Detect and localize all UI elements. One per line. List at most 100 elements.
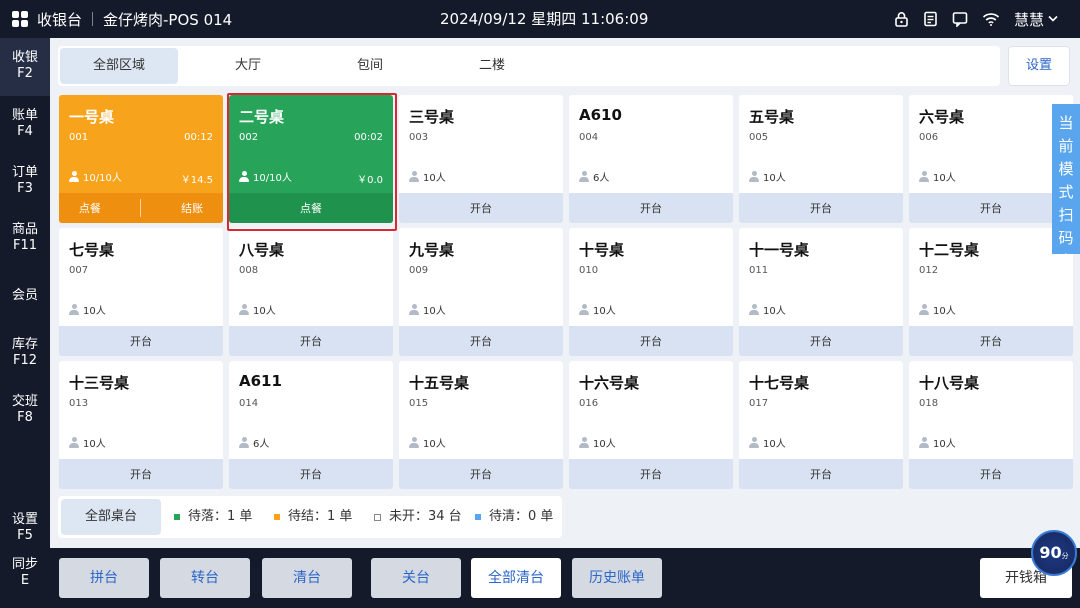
sidebar-item-label: 同步 [11, 557, 38, 572]
table-action-button[interactable]: 开台 [130, 466, 152, 482]
table-action-button[interactable]: 开台 [980, 333, 1002, 349]
transfer-table-button[interactable]: 转台 [160, 558, 250, 598]
table-action-button[interactable]: 点餐 [79, 200, 101, 216]
table-card[interactable]: 十六号桌 016 10人 开台 [569, 361, 733, 489]
sidebar-item-shortcut: F3 [17, 181, 33, 196]
table-code: 011 [749, 265, 769, 276]
table-card[interactable]: 十号桌 010 10人 开台 [569, 228, 733, 356]
timer-unit: 分 [1061, 552, 1069, 560]
table-guest-count: 6人 [593, 173, 610, 184]
table-action-button[interactable]: 开台 [470, 200, 492, 216]
table-action-button[interactable]: 开台 [640, 466, 662, 482]
sidebar-item-shortcut: E [20, 573, 30, 588]
table-card[interactable]: 十三号桌 013 10人 开台 [59, 361, 223, 489]
merge-table-button[interactable]: 拼台 [59, 558, 149, 598]
store-name: 金仔烤肉-POS 014 [103, 10, 233, 29]
table-action-button[interactable]: 开台 [810, 200, 832, 216]
table-card[interactable]: 七号桌 007 10人 开台 [59, 228, 223, 356]
scan-mode-tab[interactable]: 当前模式扫码点餐 [1052, 104, 1080, 293]
sidebar-item-label: 订单 [11, 165, 38, 180]
sidebar-item-label: 交班 [11, 394, 38, 409]
table-action-button[interactable]: 开台 [640, 200, 662, 216]
sidebar-item-handover[interactable]: 交班 F8 [0, 394, 50, 426]
table-action-button[interactable]: 开台 [300, 333, 322, 349]
table-action-button[interactable]: 开台 [810, 333, 832, 349]
tab-all-areas[interactable]: 全部区域 [60, 48, 178, 84]
all-tables-filter[interactable]: 全部桌台 [61, 499, 161, 535]
table-action-button[interactable]: 开台 [470, 466, 492, 482]
table-card[interactable]: 二号桌 002 00:02 10/10人 ￥0.0 点餐 [229, 95, 393, 223]
table-guest-count: 10人 [933, 306, 956, 317]
tab-private-room[interactable]: 包间 [310, 48, 430, 84]
table-action-button[interactable]: 开台 [640, 333, 662, 349]
area-tabs: 全部区域 大厅 包间 二楼 [58, 46, 1000, 86]
sidebar-item-settings[interactable]: 设置 F5 [0, 512, 50, 544]
table-action-button[interactable]: 开台 [130, 333, 152, 349]
sidebar-item-cashier[interactable]: 收银 F2 [0, 38, 50, 96]
table-action-button[interactable]: 开台 [300, 466, 322, 482]
table-name: 十六号桌 [579, 374, 640, 392]
table-card[interactable]: 三号桌 003 10人 开台 [399, 95, 563, 223]
table-card[interactable]: 十一号桌 011 10人 开台 [739, 228, 903, 356]
table-code: 004 [579, 132, 599, 143]
table-action-button[interactable]: 开台 [470, 333, 492, 349]
close-table-button[interactable]: 关台 [371, 558, 461, 598]
tab-hall[interactable]: 大厅 [188, 48, 308, 84]
sidebar-item-label: 账单 [11, 108, 38, 123]
table-actions: 开台 [59, 459, 223, 489]
lock-icon[interactable] [894, 11, 909, 27]
legend-text: 待落：1 单 [188, 509, 253, 524]
table-guest-count: 10人 [933, 173, 956, 184]
table-action-button[interactable]: 开台 [810, 466, 832, 482]
table-actions: 开台 [909, 459, 1073, 489]
table-action-button[interactable]: 开台 [980, 466, 1002, 482]
tab-second-floor[interactable]: 二楼 [432, 48, 552, 84]
table-action-button[interactable]: 结账 [181, 200, 203, 216]
sidebar-item-members[interactable]: 会员 [0, 288, 50, 304]
table-action-button[interactable]: 开台 [980, 200, 1002, 216]
table-code: 018 [919, 398, 939, 409]
table-guest-count: 10/10人 [253, 173, 292, 184]
clear-all-tables-button[interactable]: 全部清台 [471, 558, 561, 598]
notes-icon[interactable] [923, 11, 938, 27]
clear-table-button[interactable]: 清台 [262, 558, 352, 598]
settings-button[interactable]: 设置 [1008, 46, 1070, 86]
table-card[interactable]: 六号桌 006 10人 开台 [909, 95, 1073, 223]
table-actions: 开台 [229, 326, 393, 356]
status-dot-green [174, 514, 180, 520]
history-bills-button[interactable]: 历史账单 [572, 558, 662, 598]
apps-grid-icon[interactable] [12, 11, 28, 27]
message-icon[interactable] [952, 11, 968, 27]
sidebar-item-products[interactable]: 商品 F11 [0, 222, 50, 254]
timer-badge[interactable]: 90分 [1031, 530, 1077, 576]
table-guests: 10人 [579, 302, 616, 317]
table-card[interactable]: A610 004 6人 开台 [569, 95, 733, 223]
user-menu[interactable]: 慧慧 [1014, 9, 1058, 30]
person-icon [239, 171, 249, 182]
sidebar-item-shortcut: F12 [12, 353, 38, 368]
wifi-icon [982, 12, 1000, 26]
sidebar-item-bills[interactable]: 账单 F4 [0, 108, 50, 140]
sidebar-item-inventory[interactable]: 库存 F12 [0, 337, 50, 369]
table-card[interactable]: A611 014 6人 开台 [229, 361, 393, 489]
table-guests: 10/10人 [69, 169, 122, 184]
table-card[interactable]: 五号桌 005 10人 开台 [739, 95, 903, 223]
person-icon [409, 437, 419, 448]
sidebar-item-orders[interactable]: 订单 F3 [0, 165, 50, 197]
sidebar-item-sync[interactable]: 同步 E [0, 557, 50, 589]
table-card[interactable]: 一号桌 001 00:12 10/10人 ￥14.5 点餐 结账 [59, 95, 223, 223]
table-card[interactable]: 十八号桌 018 10人 开台 [909, 361, 1073, 489]
person-icon [69, 171, 79, 182]
divider [140, 199, 142, 217]
person-icon [919, 304, 929, 315]
person-icon [919, 437, 929, 448]
table-card[interactable]: 十七号桌 017 10人 开台 [739, 361, 903, 489]
table-card[interactable]: 九号桌 009 10人 开台 [399, 228, 563, 356]
table-card[interactable]: 十五号桌 015 10人 开台 [399, 361, 563, 489]
table-action-button[interactable]: 点餐 [300, 200, 322, 216]
table-card[interactable]: 十二号桌 012 10人 开台 [909, 228, 1073, 356]
legend-text: 待结：1 单 [288, 509, 353, 524]
table-card[interactable]: 八号桌 008 10人 开台 [229, 228, 393, 356]
table-guests: 10人 [579, 435, 616, 450]
table-actions: 开台 [909, 193, 1073, 223]
